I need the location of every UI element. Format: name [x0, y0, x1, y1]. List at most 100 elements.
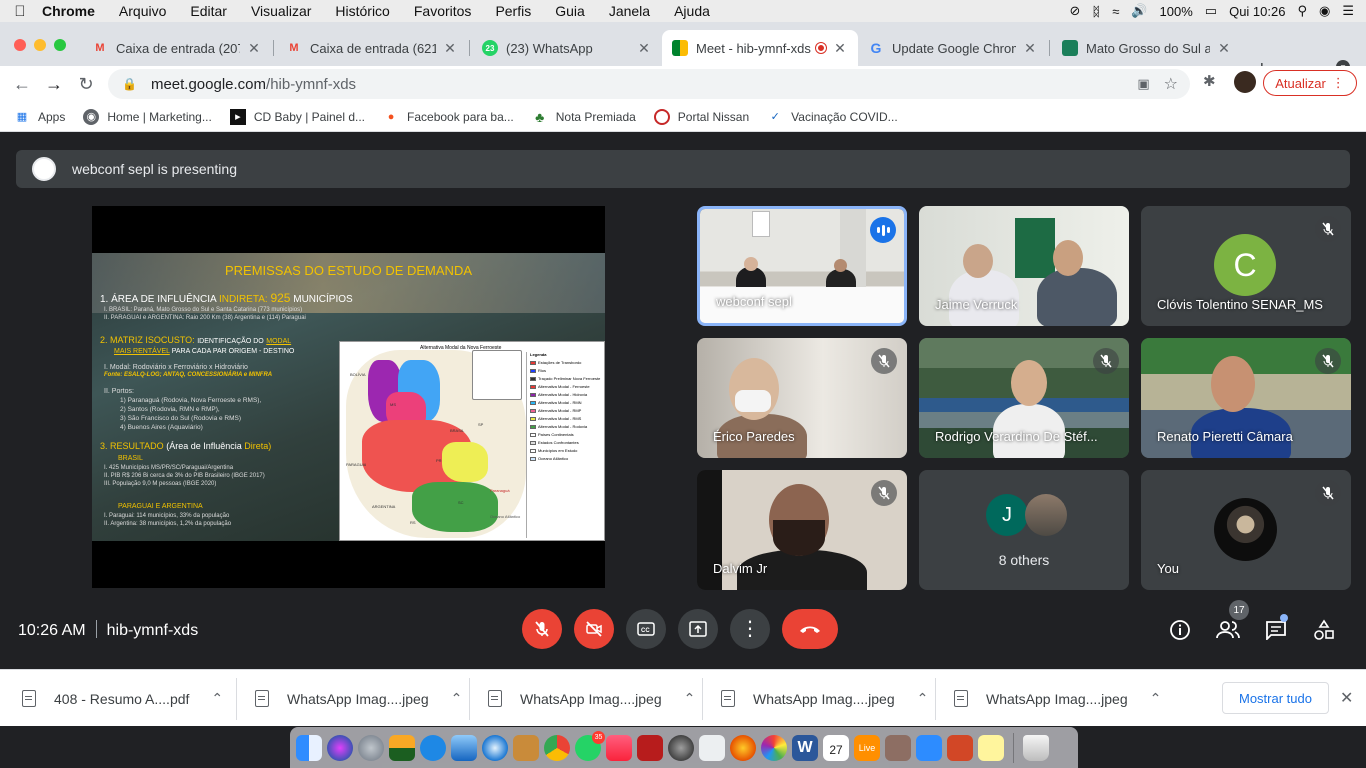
chevron-up-icon[interactable]: ⌃ [211, 690, 223, 707]
profile-avatar[interactable] [1234, 71, 1256, 93]
participant-tile-webconf-sepl[interactable]: webconf sepl [697, 206, 907, 326]
preview-icon[interactable] [451, 734, 477, 761]
download-item-jpeg-1[interactable]: WhatsApp Imag....jpeg ⌃ [255, 670, 462, 727]
shared-presentation[interactable]: PREMISSAS DO ESTUDO DE DEMANDA 1. ÁREA D… [92, 206, 605, 588]
download-item-jpeg-2[interactable]: WhatsApp Imag....jpeg ⌃ [488, 670, 695, 727]
apple-menu-icon[interactable]:  [0, 3, 40, 20]
leave-call-button[interactable] [782, 609, 838, 649]
tab-whatsapp[interactable]: 23 (23) WhatsApp ✕ [472, 30, 662, 66]
more-options-button[interactable]: ⋮ [730, 609, 770, 649]
extensions-icon[interactable]: ✱ [1203, 72, 1216, 90]
update-chrome-button[interactable]: Atualizar ⋮ [1263, 70, 1357, 96]
people-button[interactable] [1215, 617, 1241, 643]
tab-gmail-2[interactable]: M Caixa de entrada (621) ✕ [276, 30, 468, 66]
close-tab-icon[interactable]: ✕ [246, 40, 262, 57]
close-tab-icon[interactable]: ✕ [832, 40, 848, 57]
zoom-icon[interactable] [916, 734, 942, 761]
download-item-jpeg-4[interactable]: WhatsApp Imag....jpeg ⌃ [954, 670, 1161, 727]
live-icon[interactable]: Live [854, 734, 880, 761]
menu-app-name[interactable]: Chrome [40, 3, 107, 19]
bookmark-facebook[interactable]: ● Facebook para ba... [383, 109, 514, 125]
trash-icon[interactable] [1023, 734, 1049, 761]
close-tab-icon[interactable]: ✕ [1216, 40, 1232, 57]
volume-icon[interactable]: 🔊 [1131, 3, 1147, 19]
back-button[interactable]: ← [10, 72, 34, 96]
bluetooth-icon[interactable]: ᛥ [1092, 4, 1100, 19]
chevron-up-icon[interactable]: ⌃ [684, 690, 696, 707]
chevron-up-icon[interactable]: ⌃ [451, 690, 463, 707]
ibooks-icon[interactable] [513, 734, 539, 761]
calendar-icon[interactable]: 27 [823, 734, 849, 761]
battery-icon[interactable]: ▭ [1205, 3, 1217, 19]
wifi-icon[interactable]: ≈ [1112, 4, 1119, 19]
whatsapp-icon[interactable]: 35 [575, 730, 605, 761]
music-icon[interactable] [606, 734, 632, 761]
participant-tile-others[interactable]: J 8 others [919, 470, 1129, 590]
menu-janela[interactable]: Janela [597, 3, 662, 19]
firefox-icon[interactable] [730, 734, 756, 761]
script-icon[interactable] [885, 734, 911, 761]
photobooth-icon[interactable] [637, 734, 663, 761]
powerpoint-icon[interactable] [947, 734, 973, 761]
tab-gmail-1[interactable]: M Caixa de entrada (207) ✕ [82, 30, 272, 66]
window-minimize-button[interactable] [34, 39, 46, 51]
participant-tile-dalvim[interactable]: Dalvim Jr [697, 470, 907, 590]
menu-perfis[interactable]: Perfis [483, 3, 543, 19]
finder-icon[interactable] [296, 734, 322, 761]
menu-arquivo[interactable]: Arquivo [107, 3, 178, 19]
do-not-disturb-icon[interactable]: ⊘ [1070, 3, 1081, 19]
notification-center-icon[interactable]: ☰ [1342, 3, 1354, 19]
participant-tile-erico[interactable]: Érico Paredes [697, 338, 907, 458]
safari-icon[interactable] [482, 734, 508, 761]
microphone-toggle-button[interactable] [522, 609, 562, 649]
camera-toggle-button[interactable] [574, 609, 614, 649]
participant-tile-renato[interactable]: Renato Pieretti Câmara [1141, 338, 1351, 458]
chrome-icon[interactable] [544, 734, 570, 761]
tab-meet[interactable]: Meet - hib-ymnf-xds ✕ [662, 30, 858, 66]
menu-ajuda[interactable]: Ajuda [662, 3, 722, 19]
launchpad-icon[interactable] [358, 734, 384, 761]
tab-update-chrome[interactable]: G Update Google Chrome ✕ [858, 30, 1048, 66]
bookmark-nota-premiada[interactable]: ♣ Nota Premiada [532, 109, 636, 125]
activities-button[interactable] [1311, 617, 1337, 643]
lock-icon[interactable]: 🔒 [122, 77, 137, 91]
imagecapture-icon[interactable] [699, 734, 725, 761]
chevron-up-icon[interactable]: ⌃ [917, 690, 929, 707]
reload-button[interactable]: ↻ [74, 72, 98, 96]
menu-visualizar[interactable]: Visualizar [239, 3, 323, 19]
menu-historico[interactable]: Histórico [323, 3, 401, 19]
address-bar[interactable]: 🔒 meet.google.com/hib-ymnf-xds ▣ ☆ [108, 69, 1190, 99]
spotlight-search-icon[interactable]: ⚲ [1297, 3, 1307, 19]
close-downloads-icon[interactable]: ✕ [1340, 688, 1353, 708]
download-item-pdf[interactable]: 408 - Resumo A....pdf ⌃ [22, 670, 223, 727]
settings-icon[interactable] [668, 734, 694, 761]
participant-tile-clovis[interactable]: C Clóvis Tolentino SENAR_MS [1141, 206, 1351, 326]
tab-mato-grosso[interactable]: Mato Grosso do Sul ab ✕ [1052, 30, 1242, 66]
participant-tile-jaime-verruck[interactable]: Jaime Verruck [919, 206, 1129, 326]
siri-icon[interactable] [327, 734, 353, 761]
meeting-details-button[interactable] [1167, 617, 1193, 643]
show-all-downloads-button[interactable]: Mostrar tudo [1222, 682, 1329, 714]
close-tab-icon[interactable]: ✕ [442, 40, 458, 57]
menu-editar[interactable]: Editar [178, 3, 239, 19]
forward-button[interactable]: → [42, 72, 66, 96]
clock[interactable]: Qui 10:26 [1229, 4, 1285, 19]
participant-tile-you[interactable]: You [1141, 470, 1351, 590]
camera-in-use-icon[interactable]: ▣ [1137, 76, 1149, 92]
window-close-button[interactable] [14, 39, 26, 51]
bookmark-cd-baby[interactable]: ▸ CD Baby | Painel d... [229, 108, 365, 125]
menu-guia[interactable]: Guia [543, 3, 597, 19]
participant-tile-rodrigo[interactable]: Rodrigo Verardino De Stéf... [919, 338, 1129, 458]
bookmark-star-icon[interactable]: ☆ [1164, 74, 1178, 94]
close-tab-icon[interactable]: ✕ [636, 40, 652, 57]
notes-icon[interactable] [978, 734, 1004, 761]
photos-icon[interactable] [761, 734, 787, 761]
appstore-icon[interactable] [420, 734, 446, 761]
bookmark-portal-nissan[interactable]: Portal Nissan [653, 108, 749, 125]
battery-percent[interactable]: 100% [1160, 4, 1193, 19]
present-now-button[interactable] [678, 609, 718, 649]
captions-button[interactable]: CC [626, 609, 666, 649]
download-item-jpeg-3[interactable]: WhatsApp Imag....jpeg ⌃ [721, 670, 928, 727]
chevron-up-icon[interactable]: ⌃ [1150, 690, 1162, 707]
bookmark-apps[interactable]: ▦ Apps [14, 109, 66, 125]
